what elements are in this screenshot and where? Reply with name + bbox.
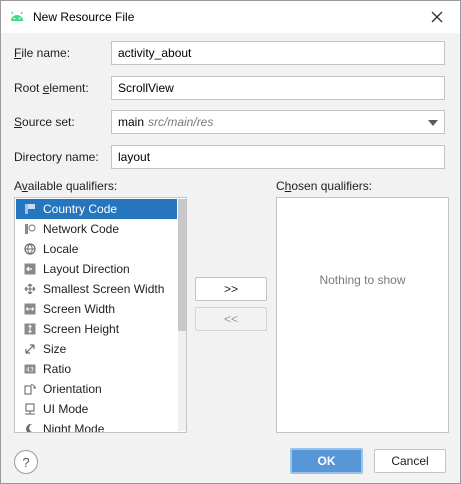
help-button[interactable]: ? (14, 450, 38, 474)
list-item[interactable]: Layout Direction (16, 259, 177, 279)
source-set-label: Source set: (14, 115, 75, 129)
file-name-input[interactable]: activity_about (111, 41, 445, 65)
smallest-width-icon (24, 283, 36, 295)
root-element-label: Root element: (14, 81, 89, 95)
list-item[interactable]: Country Code (16, 199, 177, 219)
android-icon (9, 9, 25, 25)
country-code-icon (24, 203, 36, 215)
list-item[interactable]: 43 Ratio (16, 359, 177, 379)
help-icon: ? (22, 454, 30, 470)
list-item[interactable]: Orientation (16, 379, 177, 399)
screen-height-icon (24, 323, 36, 335)
empty-state-text: Nothing to show (319, 273, 406, 287)
svg-text:43: 43 (26, 367, 34, 374)
root-element-input[interactable]: ScrollView (111, 76, 445, 100)
size-icon (24, 343, 36, 355)
source-set-value: main (118, 115, 145, 129)
file-name-label: File name: (14, 46, 71, 60)
directory-name-label: Directory name: (14, 150, 99, 164)
globe-icon (24, 243, 36, 255)
add-qualifier-button[interactable]: >> (195, 277, 267, 301)
ok-button[interactable]: OK (290, 448, 363, 474)
list-item[interactable]: Network Code (16, 219, 177, 239)
source-set-select[interactable]: main src/main/res (111, 110, 445, 134)
night-mode-icon (24, 423, 36, 432)
new-resource-file-dialog: New Resource File File name: activity_ab… (0, 0, 461, 484)
list-item[interactable]: Night Mode (16, 419, 177, 432)
list-item[interactable]: Size (16, 339, 177, 359)
title-bar: New Resource File (1, 1, 460, 33)
cancel-button[interactable]: Cancel (374, 449, 446, 473)
ui-mode-icon (24, 403, 36, 415)
available-qualifiers-label: Available qualifiers: (14, 179, 118, 193)
network-code-icon (24, 223, 36, 235)
scrollbar-thumb[interactable] (178, 199, 186, 331)
screen-width-icon (24, 303, 36, 315)
list-item[interactable]: Screen Height (16, 319, 177, 339)
directory-name-input[interactable]: layout (111, 145, 445, 169)
close-icon (431, 11, 443, 23)
remove-qualifier-button[interactable]: << (195, 307, 267, 331)
list-item[interactable]: Locale (16, 239, 177, 259)
list-item[interactable]: Screen Width (16, 299, 177, 319)
layout-direction-icon (24, 263, 36, 275)
dialog-title: New Resource File (33, 10, 135, 24)
ratio-icon: 43 (24, 363, 36, 375)
orientation-icon (24, 383, 36, 395)
chosen-qualifiers-list[interactable]: Nothing to show (276, 197, 449, 433)
list-item[interactable]: UI Mode (16, 399, 177, 419)
chevron-down-icon (428, 120, 438, 126)
close-button[interactable] (425, 5, 449, 29)
source-set-hint: src/main/res (148, 115, 214, 129)
chosen-qualifiers-label: Chosen qualifiers: (276, 179, 373, 193)
available-qualifiers-list[interactable]: Country Code Network Code Locale Layout … (14, 197, 187, 433)
list-item[interactable]: Smallest Screen Width (16, 279, 177, 299)
